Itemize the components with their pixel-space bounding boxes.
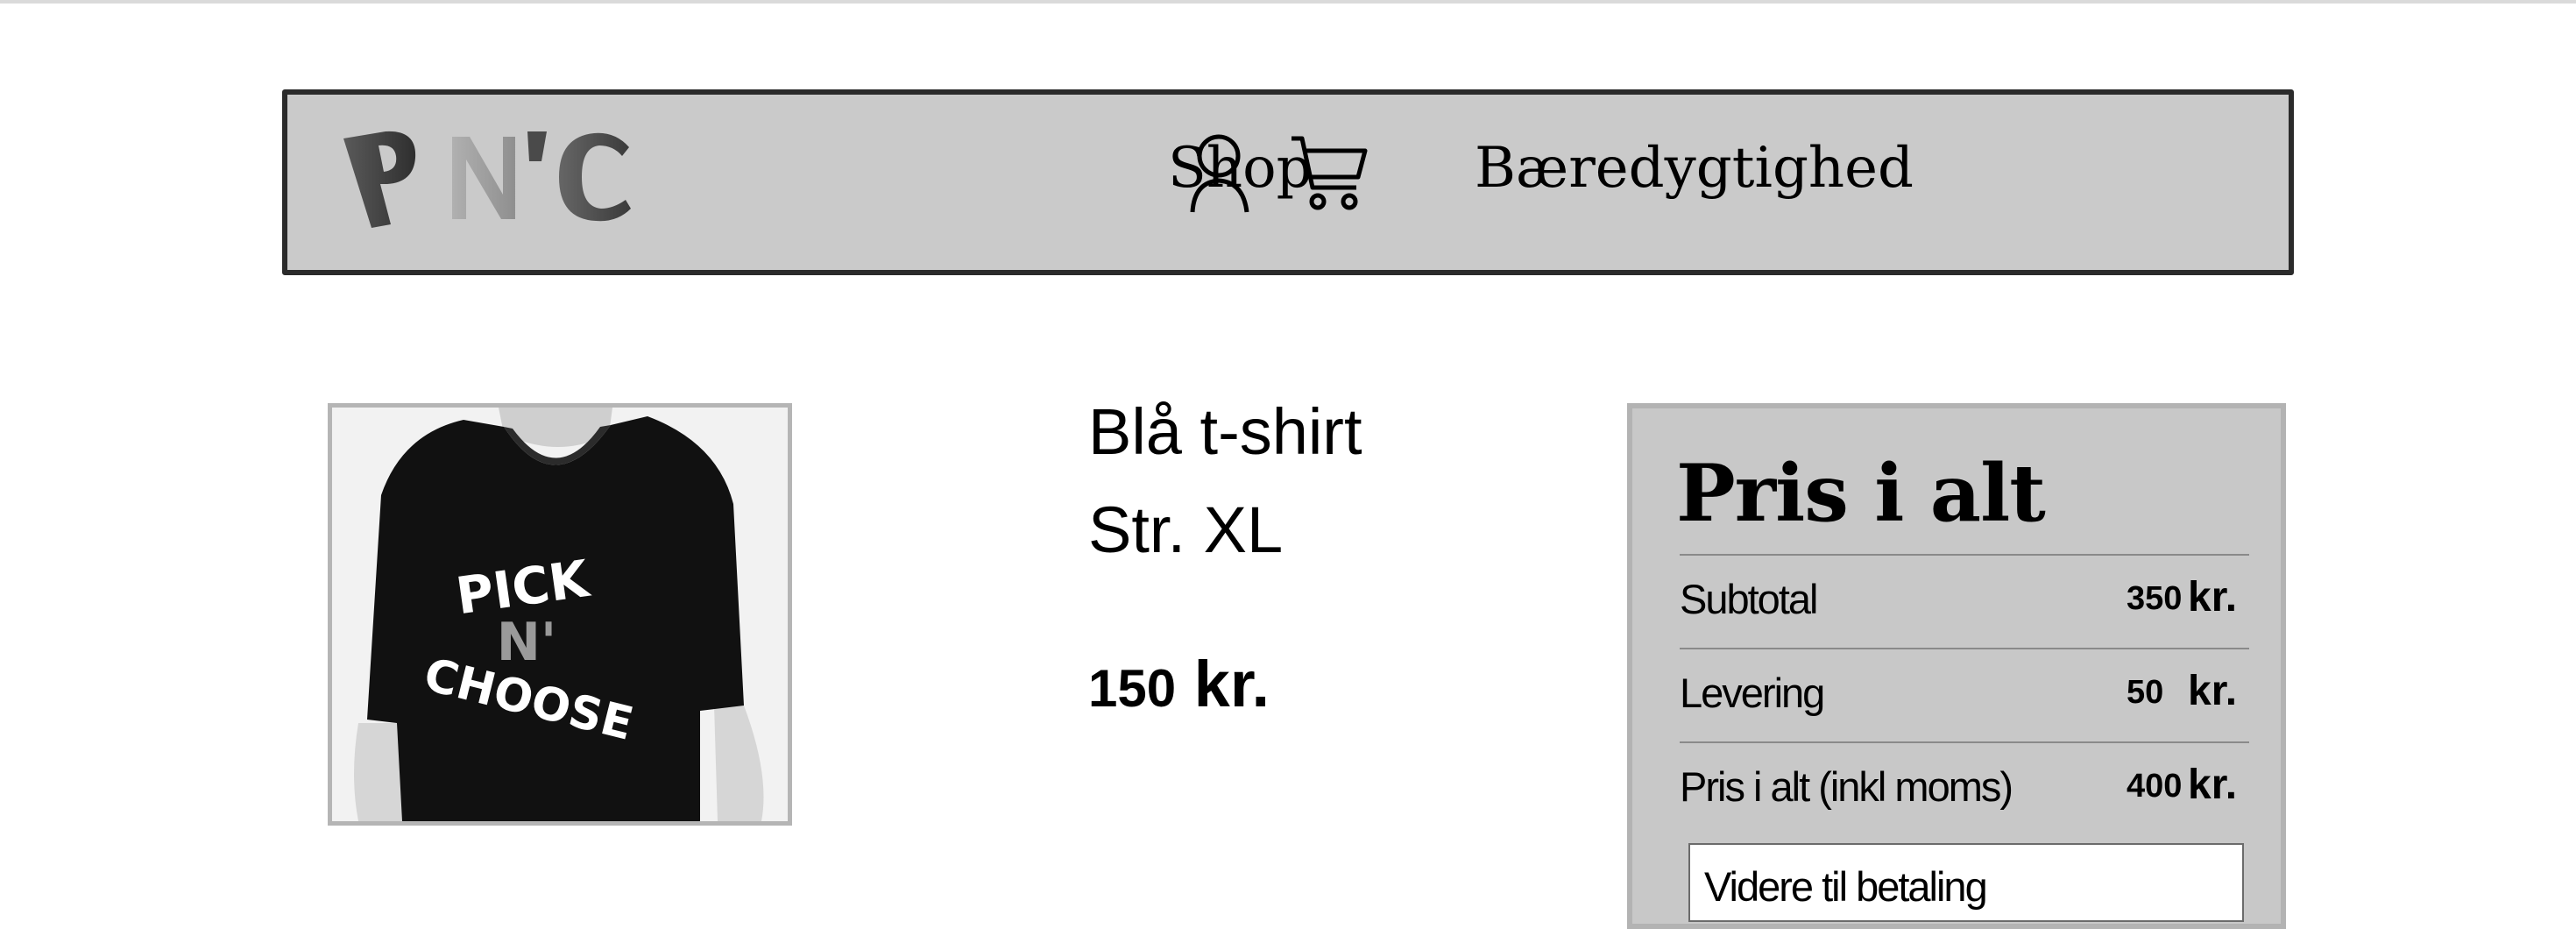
tshirt-illustration: PICKN'CHOOSE <box>332 408 788 821</box>
summary-row-delivery: Levering 50 kr. <box>1680 648 2249 741</box>
row-amount: 50 <box>2127 674 2164 711</box>
account-button[interactable] <box>1185 130 1256 222</box>
cart-button[interactable] <box>1286 130 1370 222</box>
row-label: Levering <box>1680 670 1825 716</box>
summary-title: Pris i alt <box>1676 447 2046 540</box>
product-price: 150 kr. <box>1088 652 1270 717</box>
shirt-print-word: N' <box>497 612 557 673</box>
product-size: Str. XL <box>1088 493 1284 566</box>
site-header: Shop Bæredygtighed <box>282 89 2294 275</box>
row-unit: kr. <box>2188 574 2238 621</box>
product-image: PICK N' CHOOSE <box>328 403 792 826</box>
row-unit: kr. <box>2188 668 2238 714</box>
cart-icon <box>1292 136 1368 210</box>
top-divider <box>0 0 2576 4</box>
row-amount: 350 <box>2127 580 2183 617</box>
row-amount: 400 <box>2127 768 2183 805</box>
row-label: Pris i alt (inkl moms) <box>1680 763 2013 810</box>
summary-row-subtotal: Subtotal 350 kr. <box>1680 554 2249 648</box>
row-label: Subtotal <box>1680 576 1818 622</box>
row-unit: kr. <box>2188 762 2238 808</box>
brand-logo[interactable] <box>340 121 655 252</box>
proceed-to-payment-button[interactable]: Videre til betaling <box>1688 843 2244 922</box>
product-price-value: 150 <box>1088 659 1177 718</box>
summary-row-total: Pris i alt (inkl moms) 400 kr. <box>1680 741 2249 835</box>
user-icon <box>1190 134 1249 213</box>
price-summary-panel: Pris i alt Subtotal 350 kr. Levering 50 … <box>1627 403 2286 929</box>
product-price-unit: kr. <box>1193 648 1270 720</box>
brand-logo-mark <box>343 131 631 228</box>
product-name: Blå t-shirt <box>1088 395 1362 468</box>
nav-sustainability-link[interactable]: Bæredygtighed <box>1475 140 1914 196</box>
